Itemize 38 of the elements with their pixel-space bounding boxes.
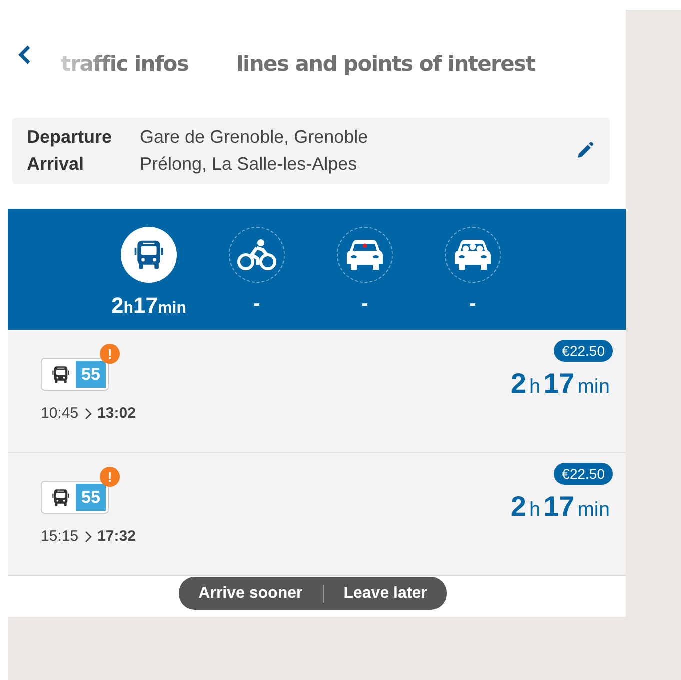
mode-duration: - — [362, 293, 368, 316]
trip-duration: 2 h 17 min — [510, 491, 611, 523]
trip-row[interactable]: 55 ! 10:45 13:02 €22.50 2 h 17 min — [8, 330, 626, 453]
mode-option[interactable]: - — [423, 209, 523, 330]
departure-time: 15:15 — [41, 528, 79, 545]
mode-duration: 2h17min — [112, 293, 186, 319]
bus-icon — [132, 238, 166, 272]
departure-time: 10:45 — [41, 405, 79, 422]
shift-button[interactable]: Arrive sooner — [178, 584, 323, 602]
tab[interactable]: traffic infos — [61, 52, 189, 76]
chevron-icon — [84, 530, 92, 542]
price-badge: €22.50 — [554, 340, 613, 362]
mode-option[interactable]: - — [207, 209, 307, 330]
trip-duration: 2 h 17 min — [510, 368, 611, 400]
trip-row[interactable]: 55 ! 15:15 17:32 €22.50 2 h 17 min — [8, 453, 626, 576]
arrival-time: 17:32 — [98, 528, 136, 545]
mode-duration: - — [470, 293, 476, 316]
departure-value: Gare de Grenoble, Grenoble — [140, 127, 370, 148]
back-icon[interactable] — [18, 45, 32, 65]
bus-icon — [51, 488, 71, 508]
shift-button[interactable]: Leave later — [322, 584, 448, 602]
bus-icon — [51, 365, 71, 385]
departure-label: Departure — [27, 127, 114, 148]
alert-badge: ! — [100, 344, 120, 364]
car-icon — [345, 239, 385, 271]
arrival-time: 13:02 — [98, 405, 136, 422]
arrival-label: Arrival — [27, 154, 86, 175]
price-badge: €22.50 — [554, 463, 613, 485]
mode-duration: - — [254, 293, 260, 316]
arrival-value: Prélong, La Salle-les-Alpes — [140, 154, 358, 175]
mode-option[interactable]: - — [315, 209, 415, 330]
tab[interactable]: lines and points of interest — [236, 52, 535, 76]
edit-button[interactable] — [575, 141, 595, 161]
alert-badge: ! — [100, 467, 120, 487]
bicycle-icon — [237, 238, 277, 272]
carpool-icon — [453, 239, 493, 271]
chevron-icon — [84, 408, 92, 420]
mode-option[interactable]: 2h17min — [99, 209, 199, 330]
